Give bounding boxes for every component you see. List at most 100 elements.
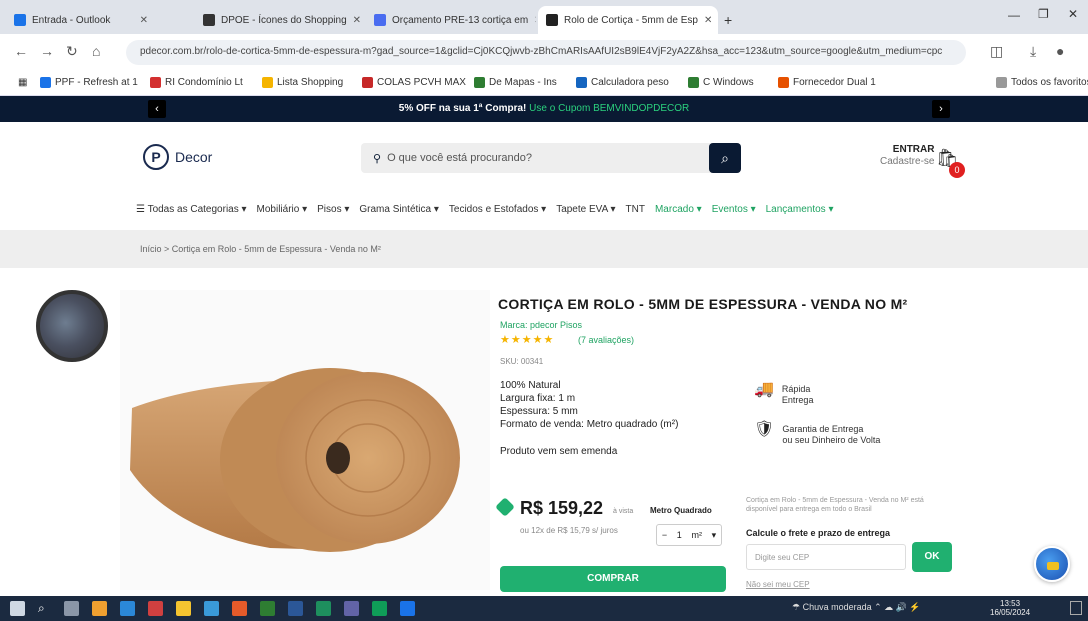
app-icon[interactable] bbox=[316, 601, 331, 616]
bookmark-item[interactable]: C Windows bbox=[688, 77, 754, 88]
excel-icon[interactable] bbox=[260, 601, 275, 616]
search-icon[interactable]: ⌕ bbox=[38, 601, 53, 616]
bookmark-item[interactable]: PPF - Refresh at 1 bbox=[40, 77, 138, 88]
calc-shipping-button[interactable]: OK bbox=[912, 542, 952, 572]
extensions-icon[interactable]: ◫ bbox=[990, 43, 1003, 60]
bookmark-icon bbox=[40, 77, 51, 88]
cep-input[interactable]: Digite seu CEP bbox=[746, 544, 906, 570]
close-tab-icon[interactable]: ✕ bbox=[134, 15, 148, 26]
word-icon[interactable] bbox=[288, 601, 303, 616]
menu-item[interactable]: ☰ Todas as Categorias ▾ bbox=[136, 204, 247, 220]
bookmark-label: Fornecedor Dual 1 bbox=[793, 77, 876, 88]
url-input[interactable]: pdecor.com.br/rolo-de-cortica-5mm-de-esp… bbox=[126, 40, 966, 65]
bookmark-item[interactable]: RI Condomínio Lt bbox=[150, 77, 243, 88]
tray-icons[interactable]: ⌃ ☁ 🔊 ⚡ bbox=[874, 602, 920, 612]
spec-line: Espessura: 5 mm bbox=[500, 406, 578, 417]
quantity-stepper[interactable]: − 1 m² ▾ bbox=[656, 524, 722, 546]
close-tab-icon[interactable]: ✕ bbox=[698, 15, 712, 26]
login-label: ENTRAR bbox=[892, 144, 935, 155]
app-icon[interactable] bbox=[148, 601, 163, 616]
login-link[interactable]: ENTRAR Cadastre-se bbox=[880, 144, 934, 168]
weather-icon: ☂ bbox=[792, 602, 803, 612]
site-logo[interactable]: P Decor bbox=[143, 144, 212, 170]
bookmark-icon bbox=[576, 77, 587, 88]
new-tab-button[interactable]: + bbox=[720, 6, 742, 34]
search-icon: ⌕ bbox=[721, 150, 729, 166]
bookmark-label: Calculadora peso bbox=[591, 77, 669, 88]
promo-prev-button[interactable]: ‹ bbox=[148, 100, 166, 118]
bookmark-item[interactable]: Todos os favoritos bbox=[996, 77, 1088, 88]
bookmark-item[interactable]: De Mapas - Ins bbox=[474, 77, 557, 88]
site-header: P Decor ⚲ O que você está procurando? ⌕ … bbox=[0, 122, 1088, 230]
bookmark-item[interactable]: Calculadora peso bbox=[576, 77, 669, 88]
explorer-icon[interactable] bbox=[92, 601, 107, 616]
menu-item[interactable]: Mobiliário ▾ bbox=[257, 204, 308, 220]
edge-icon[interactable] bbox=[204, 601, 219, 616]
browser-tab[interactable]: Entrada - Outlook ✕ bbox=[6, 6, 156, 34]
bookmark-item[interactable]: Lista Shopping bbox=[262, 77, 343, 88]
bookmark-icon bbox=[262, 77, 273, 88]
outlook-icon[interactable] bbox=[400, 601, 415, 616]
menu-item[interactable]: Lançamentos ▾ bbox=[766, 204, 834, 220]
decrement-icon[interactable]: − bbox=[662, 530, 667, 540]
close-tab-icon[interactable]: ✕ bbox=[347, 15, 361, 26]
browser-tab[interactable]: DPOE - Ícones do Shopping ✕ bbox=[195, 6, 365, 34]
quantity-value[interactable]: 1 bbox=[677, 530, 682, 540]
product-price: R$ 159,22 bbox=[520, 498, 604, 518]
browser-tab-active[interactable]: Rolo de Cortiça - 5mm de Esp ✕ bbox=[538, 6, 718, 34]
apps-icon[interactable]: ▦ bbox=[18, 77, 27, 88]
search-button[interactable]: ⌕ bbox=[709, 143, 741, 173]
downloads-icon[interactable]: ⤓ bbox=[1030, 43, 1036, 60]
task-view-icon[interactable] bbox=[64, 601, 79, 616]
menu-item[interactable]: TNT bbox=[626, 204, 645, 220]
pin-icon: ⚲ bbox=[373, 152, 382, 165]
forward-icon[interactable]: → bbox=[40, 43, 54, 59]
browser-tab[interactable]: Orçamento PRE-13 cortiça em ✕ bbox=[366, 6, 536, 34]
back-icon[interactable]: ← bbox=[14, 43, 28, 59]
notification-icon[interactable] bbox=[1070, 601, 1082, 615]
reload-icon[interactable]: ↻ bbox=[66, 43, 78, 60]
product-thumbnail[interactable] bbox=[36, 290, 108, 362]
breadcrumb[interactable]: Início > Cortiça em Rolo - 5mm de Espess… bbox=[140, 244, 381, 254]
close-tab-icon[interactable]: ✕ bbox=[528, 15, 536, 26]
tab-label: Orçamento PRE-13 cortiça em bbox=[392, 14, 529, 26]
store-icon[interactable] bbox=[120, 601, 135, 616]
start-icon[interactable] bbox=[10, 601, 25, 616]
no-cep-link[interactable]: Não sei meu CEP bbox=[746, 580, 810, 589]
search-input[interactable]: ⚲ O que você está procurando? ⌕ bbox=[361, 143, 741, 173]
maximize-icon[interactable]: ❐ bbox=[1038, 7, 1049, 21]
menu-item[interactable]: Eventos ▾ bbox=[712, 204, 756, 220]
chrome-icon[interactable] bbox=[232, 601, 247, 616]
bookmarks-bar: ▦ PPF - Refresh at 1 RI Condomínio Lt Li… bbox=[0, 70, 1088, 96]
weather-text[interactable]: Chuva moderada bbox=[803, 602, 872, 612]
bookmark-item[interactable]: Fornecedor Dual 1 bbox=[778, 77, 876, 88]
profile-icon[interactable]: ● bbox=[1056, 43, 1064, 59]
menu-item[interactable]: Pisos ▾ bbox=[317, 204, 349, 220]
close-window-icon[interactable]: ✕ bbox=[1068, 7, 1078, 21]
app-icon[interactable] bbox=[372, 601, 387, 616]
shipping-calc-label: Calcule o frete e prazo de entrega bbox=[746, 528, 891, 538]
chevron-down-icon[interactable]: ▾ bbox=[712, 530, 717, 541]
home-icon[interactable]: ⌂ bbox=[92, 43, 100, 59]
shield-icon: 🛡 bbox=[754, 421, 775, 438]
pdecor-icon bbox=[546, 14, 558, 26]
promo-next-button[interactable]: › bbox=[932, 100, 950, 118]
perk-label: Garantia de Entrega ou seu Dinheiro de V… bbox=[782, 424, 881, 445]
minimize-icon[interactable]: — bbox=[1008, 8, 1020, 22]
bookmark-item[interactable]: COLAS PCVH MAX bbox=[362, 77, 466, 88]
bookmark-label: Lista Shopping bbox=[277, 77, 344, 88]
menu-item[interactable]: Tecidos e Estofados ▾ bbox=[449, 204, 546, 220]
quantity-label: Metro Quadrado bbox=[650, 506, 712, 515]
menu-item[interactable]: Tapete EVA ▾ bbox=[556, 204, 615, 220]
clock[interactable]: 13:53 16/05/2024 bbox=[990, 599, 1030, 617]
menu-item[interactable]: Grama Sintética ▾ bbox=[359, 204, 439, 220]
reviews-link[interactable]: (7 avaliações) bbox=[578, 335, 634, 345]
app-icon[interactable] bbox=[176, 601, 191, 616]
menu-item[interactable]: Marcado ▾ bbox=[655, 204, 702, 220]
product-brand[interactable]: Marca: pdecor Pisos bbox=[500, 320, 582, 330]
buy-button[interactable]: COMPRAR bbox=[500, 566, 726, 592]
teams-icon[interactable] bbox=[344, 601, 359, 616]
date: 16/05/2024 bbox=[990, 608, 1031, 617]
chat-widget-button[interactable] bbox=[1034, 546, 1070, 582]
pix-icon bbox=[495, 497, 515, 517]
